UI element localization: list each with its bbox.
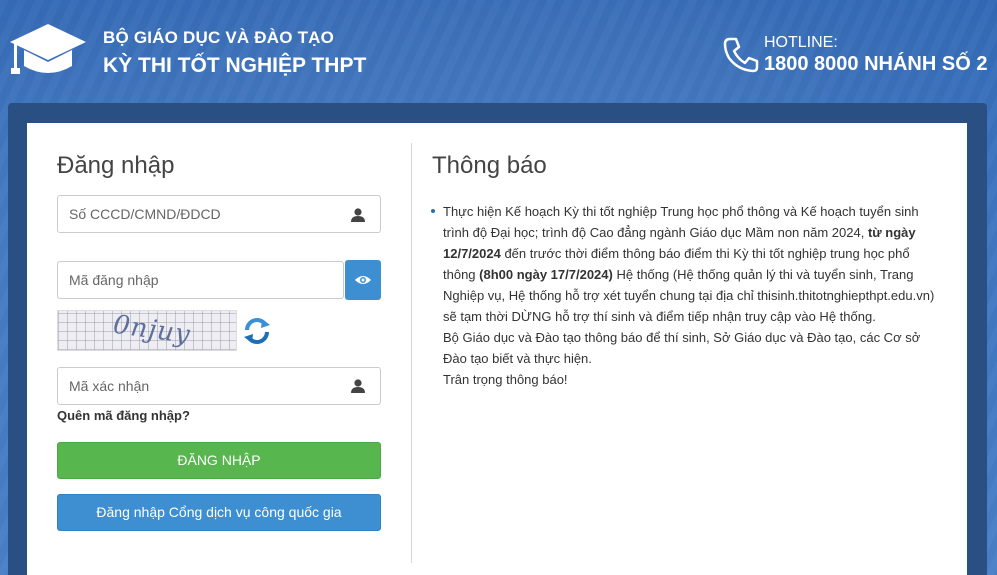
captcha-image: 0njuy	[57, 310, 237, 351]
captcha-input[interactable]	[57, 367, 381, 405]
site-header: BỘ GIÁO DỤC VÀ ĐÀO TẠO KỲ THI TỐT NGHIỆP…	[0, 0, 997, 100]
notice-title: Thông báo	[432, 152, 547, 179]
show-password-button[interactable]	[345, 260, 381, 300]
hotline-label: HOTLINE:	[764, 34, 838, 51]
user-icon	[351, 208, 365, 222]
phone-icon	[723, 37, 759, 73]
login-code-input[interactable]	[57, 261, 344, 299]
column-divider	[411, 143, 412, 563]
graduation-cap-icon	[10, 24, 86, 74]
national-portal-login-button[interactable]: Đăng nhập Cổng dịch vụ công quốc gia	[57, 494, 381, 531]
id-number-input[interactable]	[57, 195, 381, 233]
notice-body: Thực hiện Kế hoạch Kỳ thi tốt nghiệp Tru…	[443, 201, 943, 390]
exam-name: KỲ THI TỐT NGHIỆP THPT	[103, 54, 367, 77]
notice-text: Thực hiện Kế hoạch Kỳ thi tốt nghiệp Tru…	[443, 204, 919, 240]
org-name: BỘ GIÁO DỤC VÀ ĐÀO TẠO	[103, 28, 335, 47]
eye-icon	[355, 276, 371, 284]
forgot-code-link[interactable]: Quên mã đăng nhập?	[57, 408, 190, 423]
notice-date-until: (8h00 ngày 17/7/2024)	[479, 267, 613, 282]
bullet-icon	[431, 209, 435, 213]
notice-text: Bộ Giáo dục và Đào tạo thông báo để thí …	[443, 330, 921, 366]
hotline-number: 1800 8000 NHÁNH SỐ 2	[764, 53, 988, 75]
captcha-text: 0njuy	[111, 310, 193, 351]
user-icon	[351, 379, 365, 393]
refresh-captcha-icon[interactable]	[242, 316, 272, 346]
login-title: Đăng nhập	[57, 152, 175, 179]
notice-closing: Trân trọng thông báo!	[443, 372, 568, 387]
login-button[interactable]: ĐĂNG NHẬP	[57, 442, 381, 479]
